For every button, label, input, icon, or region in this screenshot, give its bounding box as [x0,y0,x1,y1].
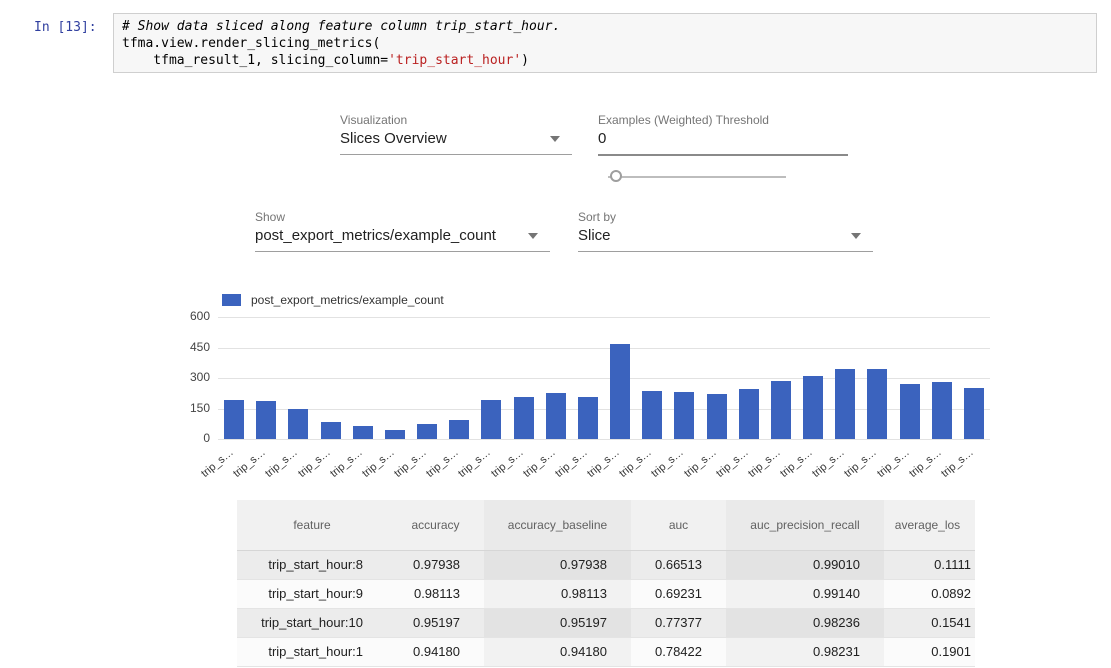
bar[interactable] [256,401,276,439]
metric-cell: 0.66513 [631,550,726,579]
metric-cell: 0.97938 [484,550,631,579]
metric-cell: 0.98236 [726,608,884,637]
y-axis-tick-label: 450 [160,340,210,354]
bar[interactable] [867,369,887,439]
threshold-value: 0 [598,130,848,147]
bar[interactable] [481,400,501,439]
bar[interactable] [514,397,534,439]
table-row: trip_start_hour:80.979380.979380.665130.… [237,550,975,579]
slider-thumb[interactable] [610,170,622,182]
bar[interactable] [674,392,694,439]
code-line-2: tfma.view.render_slicing_metrics( [122,35,1088,52]
chart-gridline [218,439,990,440]
code-string: 'trip_start_hour' [388,53,521,68]
metric-cell: 0.77377 [631,608,726,637]
bar[interactable] [932,382,952,439]
feature-cell: trip_start_hour:10 [237,608,387,637]
metrics-table: featureaccuracyaccuracy_baselineaucauc_p… [237,500,975,667]
metric-cell: 0.0892 [884,579,975,608]
cell-prompt: In [13]: [34,19,97,36]
feature-cell: trip_start_hour:8 [237,550,387,579]
threshold-label: Examples (Weighted) Threshold [598,113,848,127]
bar[interactable] [642,391,662,439]
code-text: ) [521,53,529,68]
visualization-dropdown[interactable]: Visualization Slices Overview [340,113,572,155]
bar[interactable] [385,430,405,439]
bar[interactable] [321,422,341,439]
chevron-down-icon [528,233,538,239]
code-comment: # Show data sliced along feature column … [122,18,1088,35]
show-label: Show [255,210,550,224]
chart-gridline [218,317,990,318]
bar[interactable] [224,400,244,439]
y-axis-tick-label: 600 [160,309,210,323]
table-header-row: featureaccuracyaccuracy_baselineaucauc_p… [237,500,975,550]
column-header[interactable]: auc_precision_recall [726,500,884,550]
metric-cell: 0.95197 [387,608,484,637]
sort-by-value: Slice [578,227,873,244]
sort-by-dropdown[interactable]: Sort by Slice [578,210,873,252]
bar[interactable] [546,393,566,439]
bar[interactable] [835,369,855,439]
bar[interactable] [803,376,823,439]
code-text: tfma_result_1, slicing_column= [122,53,388,68]
bar[interactable] [900,384,920,439]
bar[interactable] [610,344,630,439]
metric-cell: 0.69231 [631,579,726,608]
bar[interactable] [964,388,984,439]
threshold-slider[interactable] [608,170,786,184]
legend-label: post_export_metrics/example_count [251,293,444,307]
feature-cell: trip_start_hour:1 [237,637,387,666]
bar[interactable] [578,397,598,439]
bar[interactable] [739,389,759,439]
threshold-input[interactable]: Examples (Weighted) Threshold 0 [598,113,848,156]
code-cell[interactable]: # Show data sliced along feature column … [113,13,1097,73]
metric-cell: 0.97938 [387,550,484,579]
table-row: trip_start_hour:90.981130.981130.692310.… [237,579,975,608]
metric-cell: 0.94180 [484,637,631,666]
y-axis-tick-label: 150 [160,401,210,415]
metric-cell: 0.95197 [484,608,631,637]
table-row: trip_start_hour:10.941800.941800.784220.… [237,637,975,666]
metric-cell: 0.94180 [387,637,484,666]
column-header[interactable]: accuracy [387,500,484,550]
column-header[interactable]: average_los [884,500,975,550]
chevron-down-icon [851,233,861,239]
y-axis-tick-label: 300 [160,370,210,384]
code-line-3: tfma_result_1, slicing_column='trip_star… [122,52,1088,69]
column-header[interactable]: accuracy_baseline [484,500,631,550]
feature-cell: trip_start_hour:9 [237,579,387,608]
sort-by-label: Sort by [578,210,873,224]
metric-cell: 0.98113 [387,579,484,608]
metric-cell: 0.1541 [884,608,975,637]
metric-cell: 0.98231 [726,637,884,666]
metric-cell: 0.1901 [884,637,975,666]
bar[interactable] [353,426,373,439]
slider-track[interactable] [608,176,786,178]
show-value: post_export_metrics/example_count [255,227,550,244]
chart-legend: post_export_metrics/example_count [222,293,444,307]
metric-cell: 0.1111 [884,550,975,579]
table-row: trip_start_hour:100.951970.951970.773770… [237,608,975,637]
legend-swatch [222,294,241,306]
bar[interactable] [449,420,469,439]
show-dropdown[interactable]: Show post_export_metrics/example_count [255,210,550,252]
chevron-down-icon [550,136,560,142]
metric-cell: 0.98113 [484,579,631,608]
column-header[interactable]: auc [631,500,726,550]
bar[interactable] [771,381,791,439]
bar[interactable] [707,394,727,439]
visualization-label: Visualization [340,113,572,127]
column-header[interactable]: feature [237,500,387,550]
bar[interactable] [417,424,437,439]
metric-cell: 0.99140 [726,579,884,608]
bar-chart: 0150300450600trip_s…trip_s…trip_s…trip_s… [218,317,990,439]
bar[interactable] [288,409,308,439]
visualization-value: Slices Overview [340,130,572,147]
notebook-page: In [13]: # Show data sliced along featur… [0,0,1111,668]
metric-cell: 0.78422 [631,637,726,666]
y-axis-tick-label: 0 [160,431,210,445]
metric-cell: 0.99010 [726,550,884,579]
chart-gridline [218,348,990,349]
